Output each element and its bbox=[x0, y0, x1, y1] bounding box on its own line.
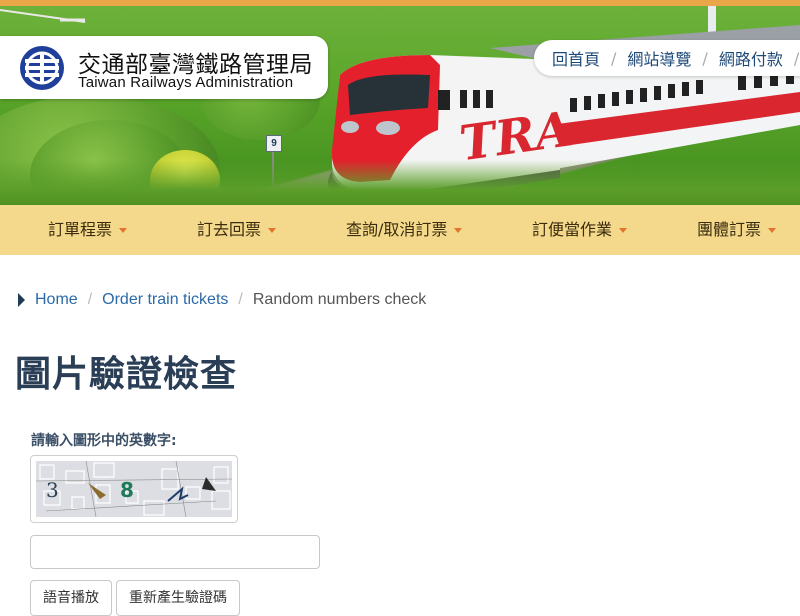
nav-label: 訂去回票 bbox=[197, 220, 262, 239]
tra-logo-icon bbox=[20, 46, 64, 90]
nav-label: 團體訂票 bbox=[697, 220, 762, 239]
hero-banner: TRA 9 bbox=[0, 0, 800, 205]
breadcrumb-home[interactable]: Home bbox=[35, 291, 78, 309]
breadcrumb-order-tickets[interactable]: Order train tickets bbox=[102, 291, 228, 309]
svg-text:8: 8 bbox=[120, 478, 134, 502]
utility-links: 回首頁 / 網站導覽 / 網路付款 / bbox=[534, 40, 800, 76]
top-accent-bar bbox=[0, 0, 800, 6]
dropdown-caret-icon bbox=[454, 228, 463, 233]
breadcrumb-separator: / bbox=[238, 291, 243, 308]
nav-bento-order[interactable]: 訂便當作業 bbox=[532, 205, 628, 255]
dropdown-caret-icon bbox=[119, 228, 128, 233]
overhead-wires bbox=[0, 9, 86, 23]
logo-title-english: Taiwan Railways Administration bbox=[78, 74, 294, 91]
nav-single-ticket[interactable]: 訂單程票 bbox=[48, 205, 128, 255]
nav-query-cancel[interactable]: 查詢/取消訂票 bbox=[346, 205, 463, 255]
page-title: 圖片驗證檢查 bbox=[15, 354, 238, 395]
captcha-image: 3 8 bbox=[36, 461, 232, 517]
breadcrumb-arrow-icon bbox=[18, 293, 25, 307]
breadcrumb-separator: / bbox=[87, 291, 93, 308]
audio-play-button[interactable]: 語音播放 bbox=[30, 580, 112, 616]
captcha-label: 請輸入圖形中的英數字: bbox=[31, 433, 177, 449]
nav-group-booking[interactable]: 團體訂票 bbox=[697, 205, 777, 255]
captcha-frame: 3 8 bbox=[30, 455, 238, 523]
nav-label: 訂單程票 bbox=[48, 220, 113, 239]
nav-round-trip[interactable]: 訂去回票 bbox=[197, 205, 277, 255]
foreground-grass bbox=[0, 160, 800, 205]
captcha-input[interactable] bbox=[30, 535, 320, 569]
breadcrumb: Home / Order train tickets / Random numb… bbox=[18, 288, 426, 312]
sitemap-link[interactable]: 網站導覽 bbox=[627, 46, 691, 70]
captcha-noise: 3 8 bbox=[36, 461, 232, 517]
site-logo[interactable]: 交通部臺灣鐵路管理局 Taiwan Railways Administratio… bbox=[0, 36, 328, 99]
link-separator: / bbox=[793, 48, 800, 68]
nav-label: 查詢/取消訂票 bbox=[346, 220, 448, 239]
nav-label: 訂便當作業 bbox=[532, 220, 613, 239]
km-marker-sign: 9 bbox=[266, 135, 282, 152]
link-separator: / bbox=[702, 48, 708, 68]
link-separator: / bbox=[611, 48, 617, 68]
online-payment-link[interactable]: 網路付款 bbox=[719, 46, 783, 70]
dropdown-caret-icon bbox=[619, 228, 628, 233]
breadcrumb-current: Random numbers check bbox=[252, 291, 427, 308]
main-navigation: 訂單程票 訂去回票 查詢/取消訂票 訂便當作業 團體訂票 bbox=[0, 205, 800, 255]
regenerate-captcha-button[interactable]: 重新產生驗證碼 bbox=[116, 580, 240, 616]
home-link[interactable]: 回首頁 bbox=[552, 46, 600, 70]
dropdown-caret-icon bbox=[268, 228, 277, 233]
dropdown-caret-icon bbox=[768, 228, 777, 233]
svg-text:3: 3 bbox=[46, 478, 59, 502]
